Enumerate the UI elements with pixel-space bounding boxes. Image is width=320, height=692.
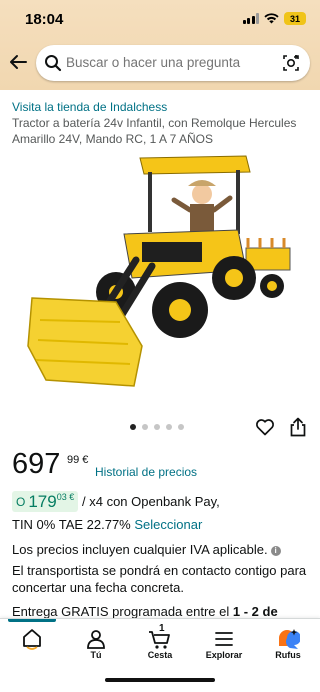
menu-icon [215,632,233,646]
delivery-info: Entrega GRATIS programada entre el 1 - 2… [12,604,278,619]
signal-icon [242,13,259,24]
nav-rufus[interactable]: Rufus [256,619,320,673]
nav-cart[interactable]: 1 Cesta [128,619,192,673]
home-indicator-bar [105,678,215,682]
carousel-dot[interactable] [154,424,160,430]
nav-account[interactable]: Tú [64,619,128,673]
nav-cart-label: Cesta [147,650,173,660]
person-icon [87,630,105,649]
wifi-icon [264,13,279,24]
vat-note: Los precios incluyen cualquier IVA aplic… [12,542,281,557]
heart-icon[interactable] [255,417,275,437]
nav-rufus-label: Rufus [275,650,301,660]
search-input[interactable] [66,55,266,70]
product-image[interactable] [24,150,296,400]
select-financing-link[interactable]: Seleccionar [134,517,202,532]
financing-rates: TIN 0% TAE 22.77% [12,517,131,532]
battery-indicator: 31 [284,12,306,25]
carousel-dot[interactable] [130,424,136,430]
store-link[interactable]: Visita la tienda de Indalchess [12,100,167,114]
price-history-link[interactable]: Historial de precios [95,465,197,479]
price-whole: 697 [12,448,61,480]
status-time: 18:04 [25,11,64,28]
search-bar[interactable] [36,45,310,81]
nav-explore-label: Explorar [205,650,243,660]
nav-home[interactable] [0,619,64,673]
carousel-dot[interactable] [178,424,184,430]
image-carousel-dots[interactable] [130,424,184,430]
financing-price-badge: O 179 03 € [12,491,79,512]
financing-text: / x4 con Openbank Pay, [82,494,220,509]
product-title: Tractor a batería 24v Infantil, con Remo… [12,116,297,146]
financing-fraction: 03 € [56,491,75,502]
delivery-prefix: Entrega GRATIS programada entre el [12,604,233,619]
active-tab-indicator [8,619,56,622]
financing-whole: 179 [28,491,57,511]
home-icon [23,629,41,650]
search-row [0,44,320,82]
carousel-dot[interactable] [166,424,172,430]
carrier-note: El transportista se pondrá en contacto c… [12,563,307,595]
delivery-date: 1 - 2 de [232,604,278,619]
financing-prefix: O [16,494,26,509]
vat-note-text: Los precios incluyen cualquier IVA aplic… [12,542,268,557]
share-icon[interactable] [289,417,307,437]
cart-count: 1 [159,623,165,634]
rufus-chat-icon [279,629,300,649]
camera-lens-icon[interactable] [281,53,301,73]
nav-account-label: Tú [90,650,102,660]
price-fraction: 99 € [67,454,89,466]
financing-terms: TIN 0% TAE 22.77% Seleccionar [12,517,202,532]
top-header: 18:04 31 [0,0,320,90]
back-arrow-icon[interactable] [8,52,28,72]
search-icon [45,55,62,72]
status-icons: 31 [242,12,306,25]
info-icon[interactable]: i [270,546,281,556]
status-bar: 18:04 31 [0,0,320,40]
carousel-dot[interactable] [142,424,148,430]
nav-explore[interactable]: Explorar [192,619,256,673]
